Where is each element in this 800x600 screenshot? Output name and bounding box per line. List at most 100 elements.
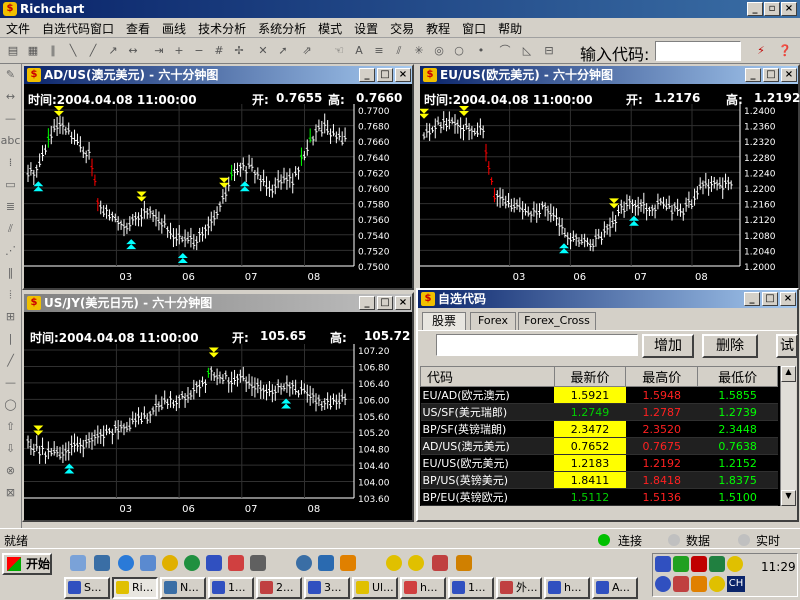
text-icon[interactable]: A <box>350 42 368 60</box>
taskbar-task[interactable]: A... <box>592 577 638 599</box>
pencil-icon[interactable]: ✎ <box>0 64 21 86</box>
start-button[interactable]: 开始 <box>2 553 52 575</box>
tool-icon[interactable] <box>228 555 244 571</box>
tab-stocks[interactable]: 股票 <box>422 312 466 330</box>
new-icon[interactable]: ▤ <box>4 42 22 60</box>
tray-icon-4[interactable] <box>709 556 725 572</box>
network-icon[interactable] <box>296 555 312 571</box>
firefox-icon[interactable] <box>456 555 472 571</box>
quote-maximize-button[interactable]: □ <box>762 292 778 306</box>
apps-icon[interactable] <box>432 555 448 571</box>
media-icon[interactable] <box>140 555 156 571</box>
scroll-down-icon[interactable]: ▼ <box>781 490 796 506</box>
trend-icon[interactable]: ↗ <box>104 42 122 60</box>
zoom-out-icon[interactable]: − <box>190 42 208 60</box>
menu-item-1[interactable]: 自选代码窗口 <box>36 18 120 39</box>
quote-window[interactable]: $ 自选代码 _ □ × 股票 Forex Forex_Cross 增加 删除 试… <box>416 288 799 522</box>
bars-tool-icon[interactable]: ‖ <box>0 262 21 284</box>
quote-row[interactable]: BP/SF(英镑瑞朗) 2.3472 2.3520 2.3448 <box>420 420 778 438</box>
menu-item-4[interactable]: 技术分析 <box>192 18 252 39</box>
open-icon[interactable]: ▦ <box>24 42 42 60</box>
taskbar-task[interactable]: 1... <box>208 577 254 599</box>
ray-icon[interactable]: — <box>0 372 21 394</box>
menu-item-3[interactable]: 画线 <box>156 18 192 39</box>
col-code[interactable]: 代码 <box>420 366 555 387</box>
h-arrow-icon[interactable]: ↔ <box>0 86 21 108</box>
qq-icon[interactable] <box>386 555 402 571</box>
abc-icon[interactable]: abc <box>0 130 21 152</box>
taskbar-task[interactable]: 外... <box>496 577 542 599</box>
select-icon[interactable]: ⇗ <box>298 42 316 60</box>
delete-icon[interactable]: ✕ <box>254 42 272 60</box>
chart-window-euus[interactable]: $ EU/US(欧元美元) - 六十分钟图 _ □ × 时间:2004.04.08… <box>418 64 800 290</box>
chart-plot-euus[interactable]: 1.2400 1.2360 1.2320 1.2280 1.2240 1.2200 1.21… <box>420 104 798 288</box>
channel-icon[interactable]: ⫽ <box>390 42 408 60</box>
chart-maximize-button[interactable]: □ <box>377 296 393 310</box>
explorer-icon[interactable] <box>318 555 334 571</box>
quote-row[interactable]: EU/AD(欧元澳元) 1.5921 1.5948 1.5855 <box>420 386 778 404</box>
player-icon[interactable] <box>184 555 200 571</box>
bars-icon[interactable]: ∥ <box>44 42 62 60</box>
ellipse-icon[interactable]: ◯ <box>0 394 21 416</box>
chart-window-usjy[interactable]: $ US/JY(美元日元) - 六十分钟图 _ □ × 时间:2004.04.08… <box>22 292 414 522</box>
qq2-icon[interactable] <box>408 555 424 571</box>
tab-forex[interactable]: Forex <box>470 312 516 330</box>
quote-scrollbar[interactable]: ▲ ▼ <box>780 366 796 506</box>
taskbar-task[interactable]: h... <box>400 577 446 599</box>
grid-tool-icon[interactable]: ⊞ <box>0 306 21 328</box>
tray-icon-2[interactable] <box>673 556 689 572</box>
taskbar-task[interactable]: Ul... <box>352 577 398 599</box>
gann-icon[interactable]: ✳ <box>410 42 428 60</box>
taskbar-task[interactable]: 2... <box>256 577 302 599</box>
lang-indicator[interactable]: CH <box>727 576 745 592</box>
minimize-button[interactable]: _ <box>747 2 763 16</box>
quote-search-input[interactable] <box>436 334 638 356</box>
tray-icon-7[interactable] <box>691 576 707 592</box>
crosshair-icon[interactable]: ✢ <box>230 42 248 60</box>
fib-icon[interactable]: ≡ <box>370 42 388 60</box>
delete-button[interactable]: 删除 <box>702 334 758 358</box>
erase-icon[interactable]: ⊗ <box>0 460 21 482</box>
rect-icon[interactable]: ▭ <box>0 174 21 196</box>
close-button[interactable]: × <box>781 2 797 16</box>
chart-plot-adus[interactable]: 0.7700 0.7680 0.7660 0.7640 0.7620 0.7600 0.75… <box>24 104 412 288</box>
chart-window-adus[interactable]: $ AD/US(澳元美元) - 六十分钟图 _ □ × 时间:2004.04.08… <box>22 64 414 290</box>
extra-button[interactable]: 试 <box>776 334 798 358</box>
hline-icon[interactable]: — <box>0 108 21 130</box>
menu-item-11[interactable]: 帮助 <box>492 18 528 39</box>
outlook-icon[interactable] <box>94 555 110 571</box>
zoom-in-icon[interactable]: + <box>170 42 188 60</box>
chart-area-icon[interactable]: ◺ <box>518 42 536 60</box>
gann-tool-icon[interactable]: ⋰ <box>0 240 21 262</box>
hand-icon[interactable]: ☜ <box>330 42 348 60</box>
dot-icon[interactable]: • <box>472 42 490 60</box>
col-last[interactable]: 最新价 <box>553 366 627 387</box>
chart-close-button[interactable]: × <box>395 296 411 310</box>
cycle-tool-icon[interactable]: ⦙ <box>0 284 21 306</box>
cycle-icon[interactable]: ◎ <box>430 42 448 60</box>
app-icon[interactable] <box>162 555 178 571</box>
add-button[interactable]: 增加 <box>642 334 694 358</box>
menu-item-2[interactable]: 查看 <box>120 18 156 39</box>
taskbar-task[interactable]: Ri... <box>112 577 158 599</box>
folder-icon[interactable] <box>340 555 356 571</box>
quote-row[interactable]: AD/US(澳元美元) 0.7652 0.7675 0.7638 <box>420 437 778 455</box>
quote-minimize-button[interactable]: _ <box>744 292 760 306</box>
scroll-up-icon[interactable]: ▲ <box>781 366 796 382</box>
chart-minimize-button[interactable]: _ <box>745 68 761 82</box>
chart-minimize-button[interactable]: _ <box>359 296 375 310</box>
tray-icon-5[interactable] <box>655 576 671 592</box>
chart-close-button[interactable]: × <box>781 68 797 82</box>
desktop-icon[interactable] <box>70 555 86 571</box>
col-high[interactable]: 最高价 <box>625 366 699 387</box>
tray-qq-icon[interactable] <box>727 556 743 572</box>
tab-forex-cross[interactable]: Forex_Cross <box>518 312 596 330</box>
quote-close-button[interactable]: × <box>780 292 796 306</box>
line-icon[interactable]: ╲ <box>64 42 82 60</box>
tray-icon-3[interactable] <box>691 556 707 572</box>
chart-minimize-button[interactable]: _ <box>359 68 375 82</box>
tray-icon-6[interactable] <box>673 576 689 592</box>
quote-row[interactable]: BP/US(英镑美元) 1.8411 1.8418 1.8375 <box>420 471 778 489</box>
fib-tool-icon[interactable]: ≣ <box>0 196 21 218</box>
tray-icon-8[interactable] <box>709 576 725 592</box>
